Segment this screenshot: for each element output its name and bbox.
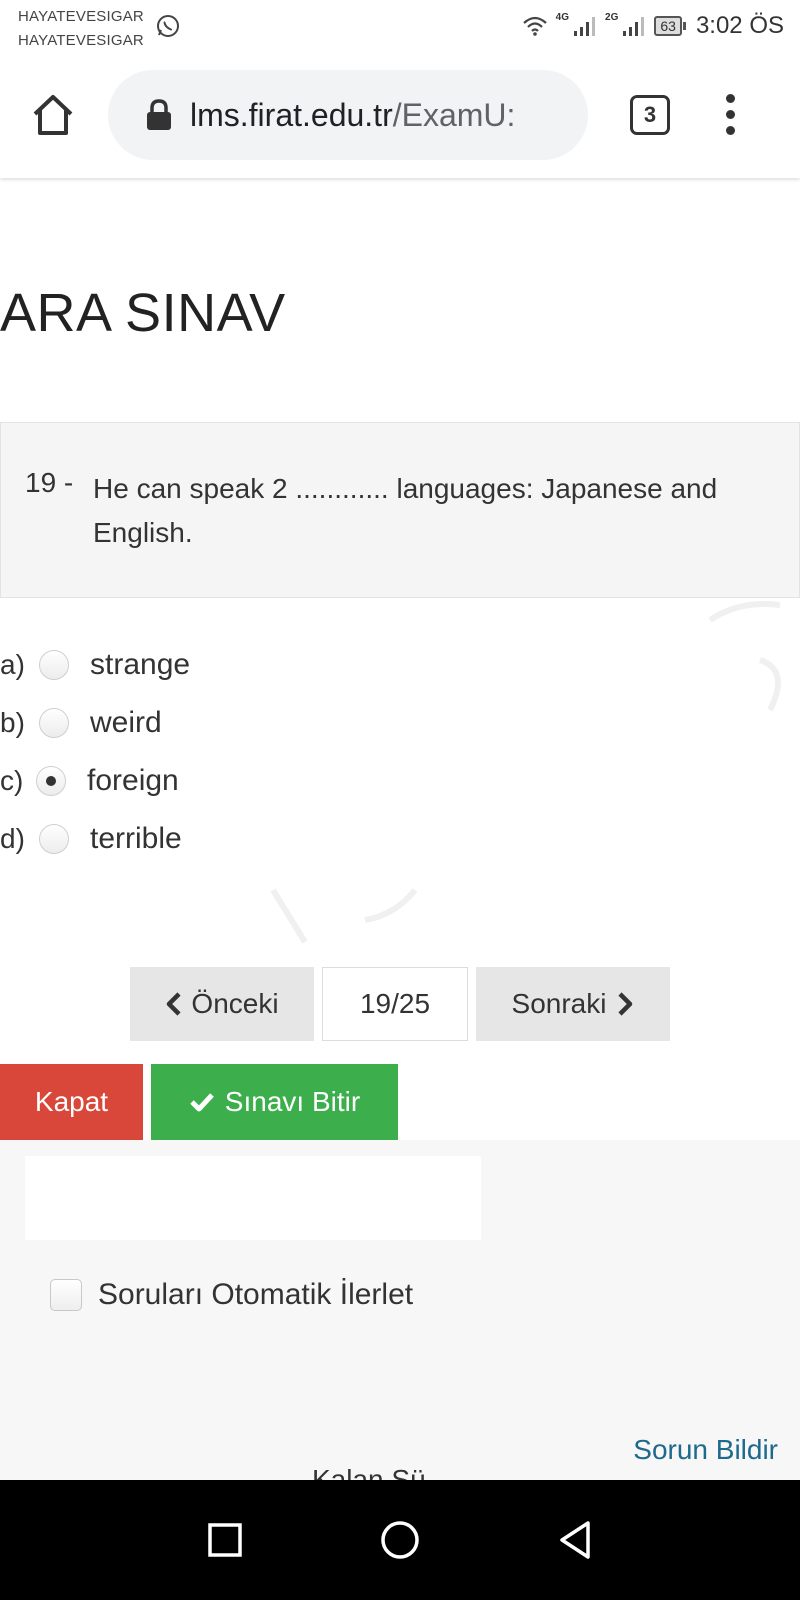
page-indicator: 19/25: [322, 967, 468, 1041]
option-radio[interactable]: [39, 824, 69, 854]
watermark-decoration: [270, 888, 418, 944]
notification-text: HAYATEVESIGAR: [18, 32, 144, 49]
signal-icon: [574, 17, 596, 36]
question-panel: 19 - He can speak 2 ............ languag…: [0, 422, 800, 598]
tab-switcher-button[interactable]: 3: [630, 95, 670, 135]
url-host: lms.firat.edu.tr: [190, 96, 393, 133]
back-icon[interactable]: [546, 1510, 606, 1570]
next-label: Sonraki: [511, 988, 607, 1019]
previous-label: Önceki: [191, 988, 279, 1019]
battery-level: 63: [654, 16, 682, 36]
browser-toolbar: lms.firat.edu.tr/ExamU: 3: [0, 60, 800, 178]
option-a[interactable]: a) strange: [0, 640, 260, 690]
home-nav-icon[interactable]: [370, 1510, 430, 1570]
next-button[interactable]: Sonraki: [476, 967, 670, 1041]
option-d[interactable]: d) terrible: [0, 814, 260, 864]
recent-apps-icon[interactable]: [195, 1510, 255, 1570]
option-label: strange: [90, 648, 191, 681]
signal-icon: [623, 17, 645, 36]
system-navigation-bar: [0, 1480, 800, 1600]
network-type: 4G: [555, 11, 570, 23]
finish-label: Sınavı Bitir: [224, 1086, 361, 1117]
option-letter: c): [0, 765, 24, 796]
watermark-decoration: [708, 601, 781, 712]
previous-button[interactable]: Önceki: [130, 967, 314, 1041]
url-path: /ExamU:: [392, 96, 516, 133]
option-letter: a): [0, 649, 25, 680]
option-letter: b): [0, 707, 25, 738]
whatsapp-icon: [157, 15, 179, 37]
more-menu-icon[interactable]: [722, 94, 738, 138]
option-label: foreign: [87, 764, 179, 797]
remaining-time-label: Kalan Sü: [312, 1464, 426, 1480]
bottom-section: Soruları Otomatik İlerlet Sorun Bildir K…: [0, 1140, 800, 1480]
network-type: 2G: [605, 11, 619, 23]
option-letter: d): [0, 823, 25, 854]
close-button[interactable]: Kapat: [0, 1064, 143, 1140]
notification-text: HAYATEVESIGAR: [18, 8, 144, 25]
wifi-icon: [522, 16, 547, 36]
auto-advance-label: Soruları Otomatik İlerlet: [98, 1278, 414, 1311]
address-bar[interactable]: lms.firat.edu.tr/ExamU:: [108, 70, 588, 160]
lock-icon: [147, 99, 171, 130]
status-bar: HAYATEVESIGAR HAYATEVESIGAR 4G 2G 63 3:0…: [0, 0, 800, 52]
option-radio[interactable]: [39, 708, 69, 738]
chevron-right-icon: [618, 992, 633, 1016]
page-title: ARA SINAV: [0, 283, 286, 343]
empty-panel: [25, 1156, 481, 1240]
battery-indicator: 63: [654, 16, 686, 36]
option-radio-selected[interactable]: [36, 766, 66, 796]
option-radio[interactable]: [39, 650, 69, 680]
auto-advance-checkbox[interactable]: [50, 1279, 82, 1311]
option-label: weird: [90, 706, 162, 739]
option-label: terrible: [90, 822, 182, 855]
chevron-left-icon: [167, 992, 182, 1016]
report-problem-link[interactable]: Sorun Bildir: [633, 1434, 778, 1466]
option-b[interactable]: b) weird: [0, 698, 260, 748]
question-text: He can speak 2 ............ languages: J…: [93, 473, 718, 548]
url-text: lms.firat.edu.tr/ExamU:: [190, 97, 570, 134]
home-icon[interactable]: [30, 92, 76, 138]
question-number: 19 -: [25, 467, 74, 498]
check-icon: [190, 1093, 214, 1112]
clock: 3:02 ÖS: [695, 12, 784, 39]
option-c[interactable]: c) foreign: [0, 756, 260, 806]
finish-exam-button[interactable]: Sınavı Bitir: [151, 1064, 398, 1140]
auto-advance-toggle[interactable]: Soruları Otomatik İlerlet: [50, 1278, 413, 1312]
